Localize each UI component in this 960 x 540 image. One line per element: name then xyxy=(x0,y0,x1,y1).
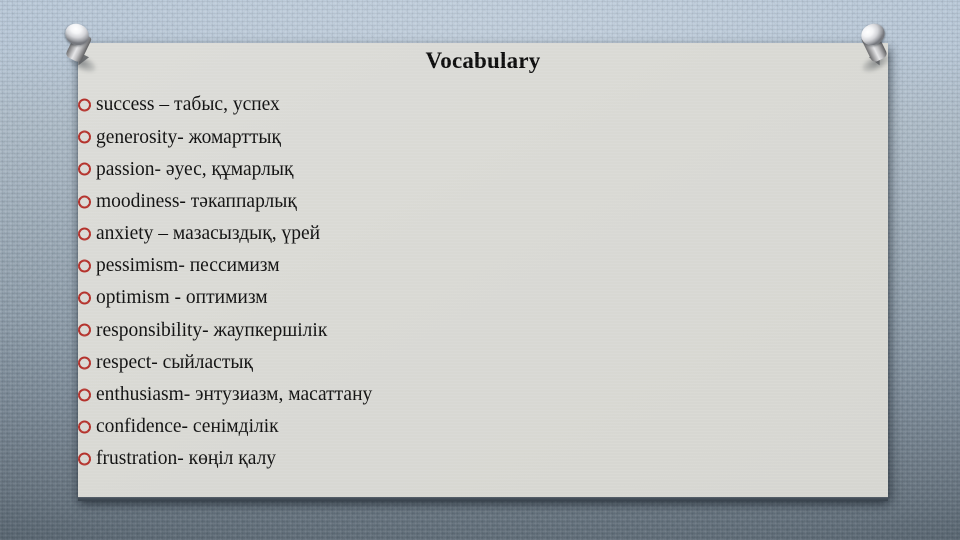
list-item: respect- сыйластық xyxy=(78,347,888,379)
slide-canvas: Vocabulary success – табыс, успех genero… xyxy=(0,0,960,540)
list-item: moodiness- тәкаппарлық xyxy=(78,186,888,218)
list-item-label: frustration- көңіл қалу xyxy=(96,448,277,470)
circle-bullet-icon xyxy=(78,388,91,402)
circle-bullet-icon xyxy=(78,356,91,370)
circle-bullet-icon xyxy=(78,162,91,176)
circle-bullet-icon xyxy=(78,195,91,209)
list-item-label: generosity- жомарттық xyxy=(96,126,281,148)
list-item-label: confidence- сенімділік xyxy=(96,416,279,438)
list-item: generosity- жомарттық xyxy=(78,121,888,153)
list-item-label: responsibility- жаупкершілік xyxy=(96,319,328,341)
circle-bullet-icon xyxy=(78,259,91,273)
list-item-label: success – табыс, успех xyxy=(96,94,280,116)
list-item-label: pessimism- пессимизм xyxy=(96,255,280,277)
list-item: optimism - оптимизм xyxy=(78,282,888,314)
list-item-label: respect- сыйластық xyxy=(96,351,253,373)
list-item-label: optimism - оптимизм xyxy=(96,287,268,309)
circle-bullet-icon xyxy=(78,452,91,466)
circle-bullet-icon xyxy=(78,323,91,337)
circle-bullet-icon xyxy=(78,291,91,305)
circle-bullet-icon xyxy=(78,227,91,241)
list-item: passion- әуес, құмарлық xyxy=(78,153,888,185)
vocabulary-list: success – табыс, успех generosity- жомар… xyxy=(78,89,888,475)
page-title: Vocabulary xyxy=(425,48,541,73)
circle-bullet-icon xyxy=(78,98,91,112)
list-item: responsibility- жаупкершілік xyxy=(78,314,888,346)
list-item: frustration- көңіл қалу xyxy=(78,443,888,475)
pinned-board: Vocabulary success – табыс, успех genero… xyxy=(78,43,888,501)
list-item: anxiety – мазасыздық, үрей xyxy=(78,218,888,250)
list-item: confidence- сенімділік xyxy=(78,411,888,443)
board-bottom-edge xyxy=(78,497,888,501)
list-item-label: moodiness- тәкаппарлық xyxy=(96,190,297,212)
circle-bullet-icon xyxy=(78,420,91,434)
list-item-label: enthusiasm- энтузиазм, масаттану xyxy=(96,384,373,406)
list-item: enthusiasm- энтузиазм, масаттану xyxy=(78,379,888,411)
list-item-label: anxiety – мазасыздық, үрей xyxy=(96,223,321,245)
circle-bullet-icon xyxy=(78,130,91,144)
list-item: pessimism- пессимизм xyxy=(78,250,888,282)
list-item: success – табыс, успех xyxy=(78,89,888,121)
list-item-label: passion- әуес, құмарлық xyxy=(96,158,294,180)
